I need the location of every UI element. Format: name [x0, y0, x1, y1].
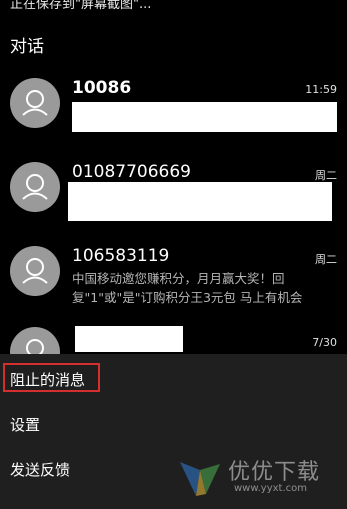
- menu-item-settings[interactable]: 设置: [10, 414, 40, 435]
- redacted-preview: [72, 102, 337, 132]
- watermark: 优优下载 www.yyxt.com: [176, 452, 336, 502]
- contact-avatar-icon: [10, 78, 60, 128]
- conversation-preview: 中国移动邀您赚积分，月月赢大奖！回复"1"或"是"订购积分王3元包 马上有机会: [72, 271, 303, 305]
- conversation-time: 周二: [315, 169, 337, 182]
- conversation-time: 7/30: [312, 336, 337, 349]
- redacted-preview: [68, 182, 332, 221]
- watermark-url: www.yyxt.com: [234, 483, 308, 494]
- conversation-name: 01087706669: [72, 162, 191, 182]
- conversation-item[interactable]: 10086 11:59: [0, 70, 347, 150]
- conversation-item[interactable]: 01087706669 周二: [0, 155, 347, 235]
- conversation-time: 周二: [315, 253, 337, 266]
- watermark-text: 优优下载: [228, 460, 321, 485]
- conversation-time: 11:59: [305, 83, 337, 96]
- conversation-name: 10086: [72, 78, 132, 98]
- watermark-logo-icon: [180, 462, 220, 496]
- contact-avatar-icon: [10, 246, 60, 296]
- menu-item-send-feedback[interactable]: 发送反馈: [10, 459, 70, 480]
- status-text: 正在保存到"屏幕截图"...: [10, 0, 152, 12]
- conversation-name: 106583119: [72, 246, 170, 266]
- redacted-name: [75, 326, 183, 352]
- contact-avatar-icon: [10, 162, 60, 212]
- highlight-box: [3, 363, 100, 392]
- conversation-item[interactable]: 106583119 周二 中国移动邀您赚积分，月月赢大奖！回复"1"或"是"订购…: [0, 240, 347, 320]
- page-title: 对话: [10, 37, 44, 57]
